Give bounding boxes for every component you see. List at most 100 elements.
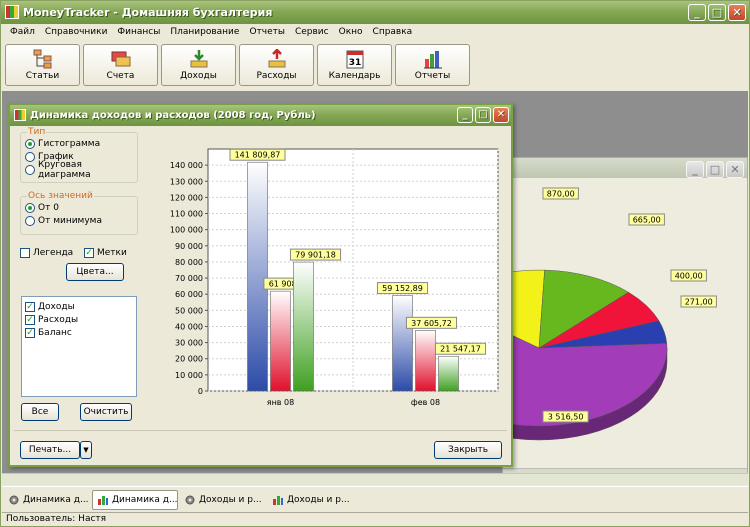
close-button[interactable]: ✕ <box>728 4 746 21</box>
divider <box>14 430 507 431</box>
maximize-button[interactable]: □ <box>708 4 726 21</box>
pie-chart: 870,00 665,00 400,00 271,00 3 516,50 <box>410 187 717 441</box>
bar <box>438 355 459 392</box>
print-dropdown-arrow[interactable]: ▼ <box>80 441 92 459</box>
dialog-titlebar[interactable]: Динамика доходов и расходов (2008 год, Р… <box>10 105 511 126</box>
y-tick-label: 100 000 <box>170 226 203 235</box>
axis-from-zero-radio[interactable]: От 0 <box>25 201 137 214</box>
toolbar-label: Календарь <box>328 71 381 81</box>
toolbar-income-button[interactable]: Доходы <box>161 44 236 86</box>
menu-references[interactable]: Справочники <box>40 24 113 40</box>
group-legend: Ось значений <box>28 191 93 201</box>
pie-window-titlebar[interactable]: _ □ ✕ <box>503 158 747 178</box>
minimize-button[interactable]: _ <box>686 161 704 178</box>
series-list[interactable]: ✓ Доходы ✓ Расходы ✓ Баланс <box>21 296 137 397</box>
menu-help[interactable]: Справка <box>368 24 418 40</box>
app-window: MoneyTracker - Домашняя бухгалтерия _ □ … <box>0 0 750 527</box>
maximize-button[interactable]: □ <box>475 107 491 123</box>
y-tick-label: 0 <box>198 387 203 396</box>
y-tick-label: 60 000 <box>175 290 203 299</box>
task-dynamics-1[interactable]: Динамика д... <box>4 490 90 510</box>
toolbar-label: Отчеты <box>414 71 451 81</box>
pie-chart-area: 870,00 665,00 400,00 271,00 3 516,50 <box>410 178 747 470</box>
y-tick-label: 10 000 <box>175 371 203 380</box>
task-dynamics-2[interactable]: Динамика д... <box>92 489 178 510</box>
type-histogram-radio[interactable]: Гистограмма <box>25 137 137 150</box>
menu-file[interactable]: Файл <box>5 24 40 40</box>
workspace-scrollbar[interactable] <box>2 473 748 485</box>
clear-button[interactable]: Очистить <box>80 403 132 421</box>
y-tick-label: 90 000 <box>175 242 203 251</box>
accounts-cards-icon <box>111 51 130 67</box>
pie-label: 870,00 <box>547 190 575 199</box>
toolbar-accounts-button[interactable]: Счета <box>83 44 158 86</box>
toolbar-expenses-button[interactable]: Расходы <box>239 44 314 86</box>
bar <box>247 161 268 392</box>
series-expense-checkbox[interactable]: ✓ Расходы <box>25 313 133 326</box>
task-income-expense-2[interactable]: Доходы и р... <box>268 490 354 510</box>
pie-label: 400,00 <box>675 272 703 281</box>
menubar: Файл Справочники Финансы Планирование От… <box>2 24 748 40</box>
report-icon <box>14 109 26 121</box>
bar <box>270 290 291 392</box>
menu-window[interactable]: Окно <box>334 24 368 40</box>
expenses-arrow-icon <box>268 49 285 68</box>
y-tick-label: 50 000 <box>175 306 203 315</box>
colors-button[interactable]: Цвета... <box>66 263 124 281</box>
calendar-icon: 31 <box>346 50 363 69</box>
group-legend: Тип <box>28 127 46 137</box>
bar <box>392 295 413 392</box>
toolbar-label: Доходы <box>180 71 217 81</box>
status-bar: Пользователь: Настя <box>2 512 748 526</box>
pie-label: 3 516,50 <box>548 413 584 422</box>
legend-checkbox[interactable]: Легенда <box>20 246 73 259</box>
reports-chart-icon <box>423 51 442 69</box>
select-all-button[interactable]: Все <box>21 403 59 421</box>
axis-from-min-radio[interactable]: От минимума <box>25 214 137 227</box>
data-label: 141 809,87 <box>235 151 281 160</box>
task-income-expense-1[interactable]: Доходы и р... <box>180 490 266 510</box>
toolbar: Статьи Счета Доходы Расходы 31 Календарь… <box>2 41 748 89</box>
app-title: MoneyTracker - Домашняя бухгалтерия <box>23 6 273 19</box>
type-pie-radio[interactable]: Круговая диаграмма <box>25 160 137 180</box>
toolbar-articles-button[interactable]: Статьи <box>5 44 80 86</box>
main-titlebar: MoneyTracker - Домашняя бухгалтерия _ □ … <box>1 1 749 24</box>
y-tick-label: 80 000 <box>175 258 203 267</box>
minimize-button[interactable]: _ <box>688 4 706 21</box>
value-axis-group: Ось значений От 0 От минимума <box>20 191 138 235</box>
y-tick-label: 130 000 <box>170 177 203 186</box>
close-button[interactable]: ✕ <box>726 161 744 178</box>
close-dialog-button[interactable]: Закрыть <box>434 441 502 459</box>
data-label: 79 901,18 <box>295 251 336 260</box>
report-icon <box>273 495 283 505</box>
menu-service[interactable]: Сервис <box>290 24 334 40</box>
y-tick-label: 70 000 <box>175 274 203 283</box>
toolbar-reports-button[interactable]: Отчеты <box>395 44 470 86</box>
close-button[interactable]: ✕ <box>493 107 509 123</box>
series-income-checkbox[interactable]: ✓ Доходы <box>25 300 133 313</box>
income-arrow-icon <box>190 50 207 68</box>
toolbar-calendar-button[interactable]: 31 Календарь <box>317 44 392 86</box>
report-icon <box>98 495 108 505</box>
y-tick-label: 20 000 <box>175 355 203 364</box>
menu-finance[interactable]: Финансы <box>112 24 165 40</box>
y-tick-label: 40 000 <box>175 322 203 331</box>
menu-reports[interactable]: Отчеты <box>244 24 290 40</box>
series-balance-checkbox[interactable]: ✓ Баланс <box>25 326 133 339</box>
pie-chart-window[interactable]: _ □ ✕ 870,00 665,00 400,00 271,00 3 516,50 <box>410 157 748 483</box>
svg-text:31: 31 <box>348 58 361 68</box>
maximize-button[interactable]: □ <box>706 161 724 178</box>
data-label: 59 152,89 <box>382 284 423 293</box>
minimize-button[interactable]: _ <box>457 107 473 123</box>
bar-chart: 0 10 000 20 000 30 000 40 000 50 000 60 000 70 … <box>170 148 499 407</box>
print-button[interactable]: Печать... <box>20 441 80 459</box>
toolbar-label: Расходы <box>256 71 297 81</box>
data-label: 21 547,17 <box>440 345 481 354</box>
menu-planning[interactable]: Планирование <box>165 24 244 40</box>
y-tick-label: 140 000 <box>170 161 203 170</box>
labels-checkbox[interactable]: ✓ Метки <box>84 246 127 259</box>
toolbar-label: Статьи <box>25 71 60 81</box>
income-expense-dialog: Динамика доходов и расходов (2008 год, Р… <box>8 103 513 467</box>
pie-label: 665,00 <box>633 216 661 225</box>
x-tick-label: фев 08 <box>411 398 440 407</box>
